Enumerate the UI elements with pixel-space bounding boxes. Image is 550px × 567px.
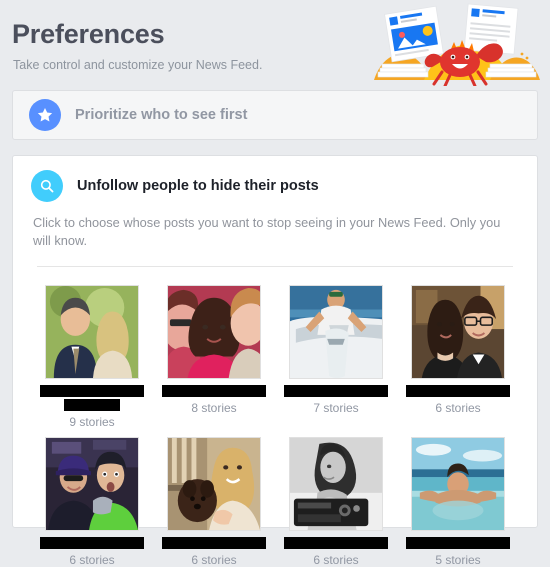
people-grid: 9 stories 8 stories 7 stories 6 stories …	[31, 277, 519, 567]
page-header: Preferences Take control and customize y…	[0, 0, 550, 90]
avatar[interactable]	[411, 437, 505, 531]
redacted-name-line2	[64, 399, 120, 411]
list-item[interactable]: 7 stories	[275, 277, 397, 429]
avatar[interactable]	[167, 285, 261, 379]
redacted-name	[40, 385, 144, 397]
story-count: 6 stories	[313, 553, 359, 567]
avatar[interactable]	[167, 437, 261, 531]
list-item[interactable]: 9 stories	[31, 277, 153, 429]
unfollow-card-header: Unfollow people to hide their posts	[31, 170, 519, 202]
story-count: 6 stories	[435, 401, 481, 415]
redacted-name	[40, 537, 144, 549]
search-icon	[31, 170, 63, 202]
avatar[interactable]	[289, 437, 383, 531]
prioritize-label: Prioritize who to see first	[75, 107, 248, 123]
list-item[interactable]: 8 stories	[153, 277, 275, 429]
section-divider	[37, 266, 513, 267]
story-count: 5 stories	[435, 553, 481, 567]
redacted-name	[406, 385, 510, 397]
list-item[interactable]: 6 stories	[153, 429, 275, 567]
redacted-name	[162, 385, 266, 397]
redacted-name	[284, 385, 388, 397]
unfollow-description: Click to choose whose posts you want to …	[33, 215, 501, 248]
unfollow-card: Unfollow people to hide their posts Clic…	[12, 155, 538, 567]
avatar[interactable]	[45, 437, 139, 531]
story-count: 7 stories	[313, 401, 359, 415]
crab-illustration-icon	[372, 2, 542, 88]
avatar[interactable]	[411, 285, 505, 379]
story-count: 6 stories	[191, 553, 237, 567]
avatar[interactable]	[289, 285, 383, 379]
list-item[interactable]: 5 stories	[397, 429, 519, 567]
star-icon	[29, 99, 61, 131]
avatar[interactable]	[45, 285, 139, 379]
story-count: 6 stories	[69, 553, 115, 567]
list-item[interactable]: 6 stories	[397, 277, 519, 429]
prioritize-card[interactable]: Prioritize who to see first	[12, 90, 538, 140]
list-item[interactable]: 6 stories	[31, 429, 153, 567]
preferences-page: Preferences Take control and customize y…	[0, 0, 550, 567]
unfollow-label: Unfollow people to hide their posts	[77, 178, 319, 194]
story-count: 8 stories	[191, 401, 237, 415]
list-item[interactable]: 6 stories	[275, 429, 397, 567]
redacted-name	[284, 537, 388, 549]
redacted-name	[406, 537, 510, 549]
story-count: 9 stories	[69, 415, 115, 429]
redacted-name	[162, 537, 266, 549]
